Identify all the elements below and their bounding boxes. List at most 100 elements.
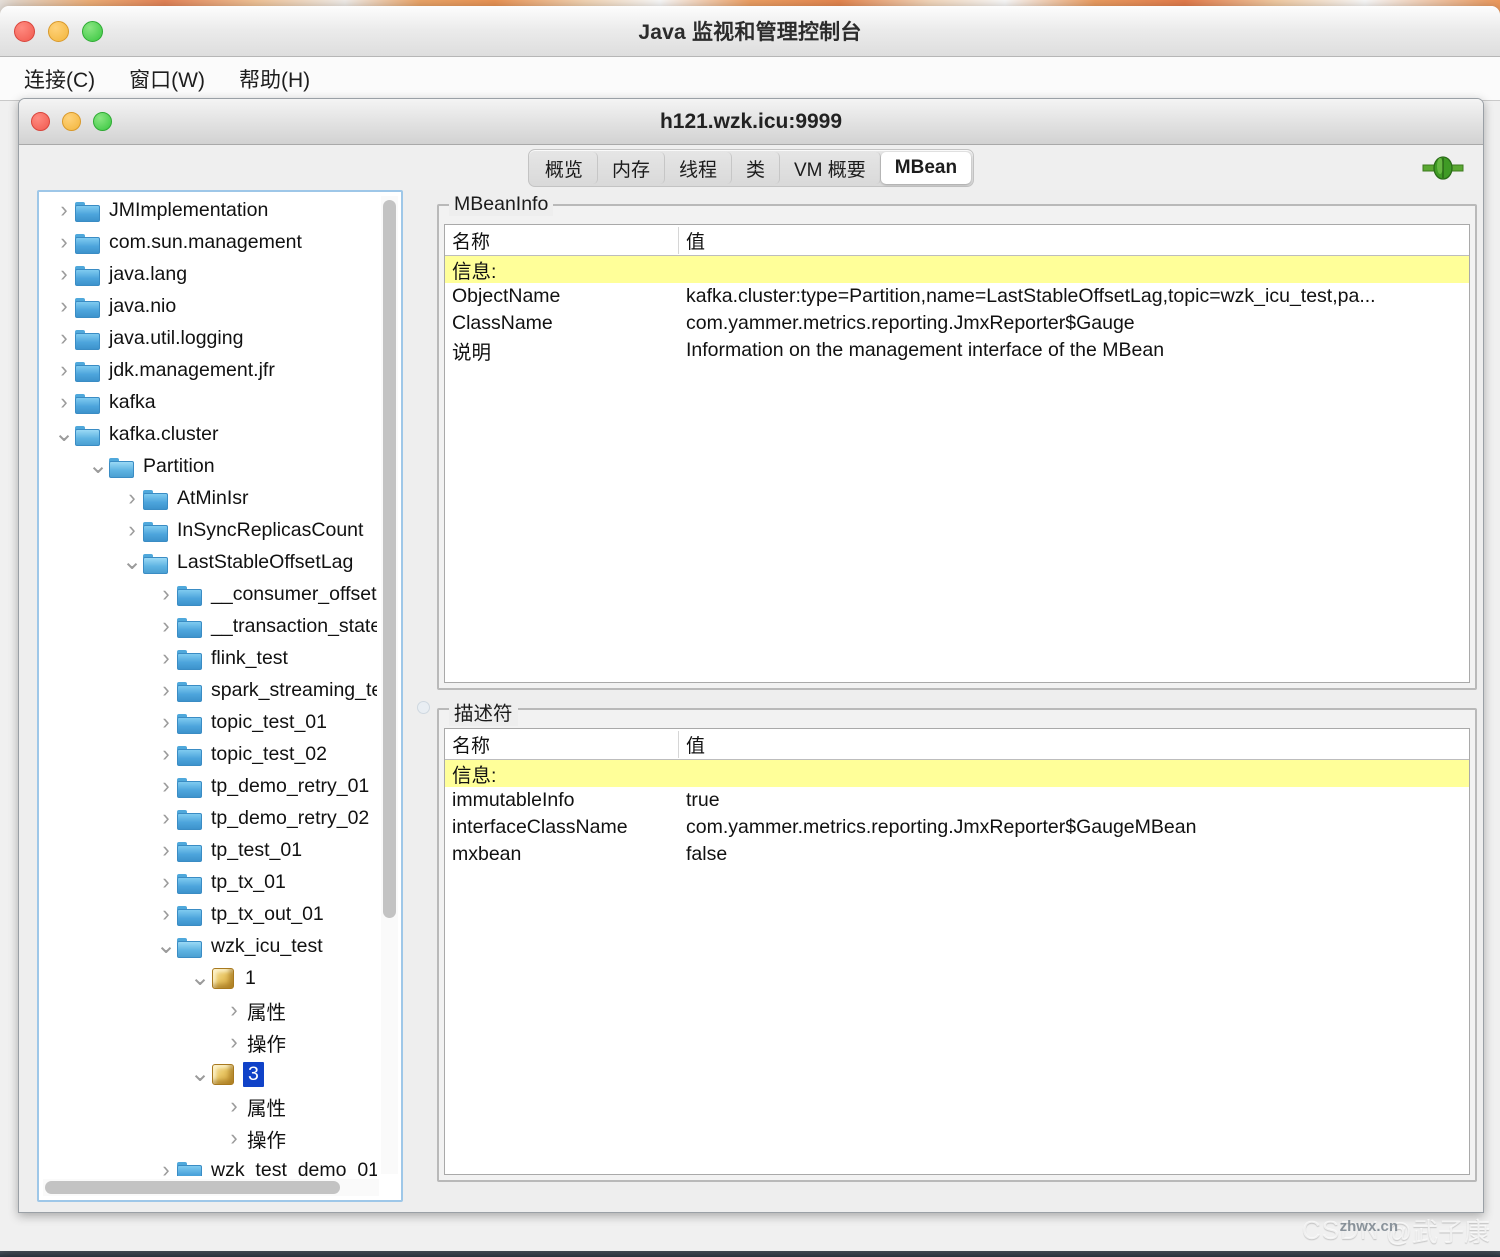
plug-connector-icon[interactable] — [1421, 155, 1465, 181]
chevron-right-icon[interactable]: › — [155, 837, 177, 863]
chevron-right-icon[interactable]: › — [53, 229, 75, 255]
chevron-right-icon[interactable]: › — [155, 581, 177, 607]
chevron-down-icon[interactable]: ⌄ — [189, 1062, 211, 1086]
mbeaninfo-row[interactable]: ClassName com.yammer.metrics.reporting.Jm… — [445, 310, 1469, 337]
chevron-right-icon[interactable]: › — [53, 293, 75, 319]
chevron-right-icon[interactable]: › — [155, 1157, 177, 1176]
mbeaninfo-table[interactable]: 名称 值 信息: ObjectName kafka.cluster:type=Par… — [444, 224, 1470, 683]
chevron-right-icon[interactable]: › — [121, 485, 143, 511]
tree-row[interactable]: › AtMinIsr — [41, 482, 377, 514]
tree-row[interactable]: › spark_streaming_test — [41, 674, 377, 706]
chevron-down-icon[interactable]: ⌄ — [121, 550, 143, 574]
chevron-right-icon[interactable]: › — [155, 677, 177, 703]
tree-row-label: spark_streaming_test — [211, 678, 377, 701]
tree-row[interactable]: ⌄ wzk_icu_test — [41, 930, 377, 962]
tree-row[interactable]: › __consumer_offsets — [41, 578, 377, 610]
tree-row[interactable]: › java.util.logging — [41, 322, 377, 354]
tree-row[interactable]: › kafka — [41, 386, 377, 418]
tree-row[interactable]: › tp_test_01 — [41, 834, 377, 866]
chevron-right-icon[interactable]: › — [155, 741, 177, 767]
tree-row[interactable]: › topic_test_02 — [41, 738, 377, 770]
mbeaninfo-col-value[interactable]: 值 — [679, 227, 1469, 254]
chevron-right-icon[interactable]: › — [155, 805, 177, 831]
tree-row[interactable]: › __transaction_state — [41, 610, 377, 642]
menu-connect[interactable]: 连接(C) — [12, 62, 107, 96]
chevron-right-icon[interactable]: › — [155, 645, 177, 671]
tree-row[interactable]: › InSyncReplicasCount — [41, 514, 377, 546]
tree-row-label: 属性 — [247, 1001, 287, 1024]
tree-row[interactable]: ⌄ kafka.cluster — [41, 418, 377, 450]
split-pane-divider[interactable] — [415, 696, 432, 718]
chevron-right-icon[interactable]: › — [53, 261, 75, 287]
chevron-down-icon[interactable]: ⌄ — [87, 454, 109, 478]
mbeaninfo-row[interactable]: 信息: — [445, 256, 1469, 283]
tree-row[interactable]: › 操作 — [41, 1026, 377, 1058]
tab-mbean[interactable]: MBean — [880, 152, 972, 184]
tree-row[interactable]: › wzk_test_demo_01 — [41, 1154, 377, 1176]
chevron-right-icon[interactable]: › — [53, 325, 75, 351]
tree-row[interactable]: › tp_tx_out_01 — [41, 898, 377, 930]
tree-row[interactable]: › flink_test — [41, 642, 377, 674]
descriptor-row[interactable]: 信息: — [445, 760, 1469, 787]
tab-overview[interactable]: 概览 — [531, 152, 598, 184]
descriptor-row[interactable]: immutableInfo true — [445, 787, 1469, 814]
chevron-right-icon[interactable]: › — [155, 901, 177, 927]
mbeaninfo-row-name: 说明 — [452, 342, 492, 364]
tab-classes[interactable]: 类 — [732, 152, 780, 184]
tree-row[interactable]: ⌄ 3 — [41, 1058, 377, 1090]
descriptor-col-value[interactable]: 值 — [679, 731, 1469, 758]
tree-row[interactable]: ⌄ 1 — [41, 962, 377, 994]
chevron-right-icon[interactable]: › — [155, 869, 177, 895]
tree-row[interactable]: › JMImplementation — [41, 194, 377, 226]
tab-segmented-control[interactable]: 概览 内存 线程 类 VM 概要 MBean — [527, 149, 975, 187]
descriptor-row[interactable]: mxbean false — [445, 841, 1469, 868]
descriptor-col-name[interactable]: 名称 — [445, 730, 679, 758]
tree-row[interactable]: › tp_demo_retry_01 — [41, 770, 377, 802]
tree-vertical-scrollbar[interactable] — [381, 196, 398, 1174]
tree-row-label: AtMinIsr — [177, 486, 249, 509]
chevron-right-icon[interactable]: › — [155, 613, 177, 639]
tab-vm-summary[interactable]: VM 概要 — [780, 152, 881, 184]
tab-memory[interactable]: 内存 — [598, 152, 665, 184]
chevron-down-icon[interactable]: ⌄ — [53, 422, 75, 446]
chevron-right-icon[interactable]: › — [155, 773, 177, 799]
tree-row[interactable]: ⌄ Partition — [41, 450, 377, 482]
chevron-right-icon[interactable]: › — [155, 709, 177, 735]
chevron-down-icon[interactable]: ⌄ — [155, 934, 177, 958]
tree-row[interactable]: ⌄ LastStableOffsetLag — [41, 546, 377, 578]
tree-row[interactable]: › 操作 — [41, 1122, 377, 1154]
tree-row[interactable]: › tp_demo_retry_02 — [41, 802, 377, 834]
tree-row[interactable]: › topic_test_01 — [41, 706, 377, 738]
tree-row[interactable]: › 属性 — [41, 1090, 377, 1122]
tab-threads[interactable]: 线程 — [665, 152, 732, 184]
chevron-right-icon[interactable]: › — [223, 1093, 245, 1119]
folder-icon — [75, 201, 100, 222]
menu-help[interactable]: 帮助(H) — [227, 62, 322, 96]
mbean-tree-panel[interactable]: › JMImplementation › com.sun.management › jav… — [37, 190, 403, 1202]
chevron-right-icon[interactable]: › — [53, 197, 75, 223]
mbeaninfo-row[interactable]: 说明 Information on the management interfac… — [445, 337, 1469, 364]
mbeaninfo-row[interactable]: ObjectName kafka.cluster:type=Partition,n… — [445, 283, 1469, 310]
chevron-right-icon[interactable]: › — [53, 357, 75, 383]
chevron-right-icon[interactable]: › — [121, 517, 143, 543]
tree-horizontal-scrollbar[interactable] — [43, 1179, 379, 1196]
menu-window[interactable]: 窗口(W) — [117, 62, 217, 96]
tree-horizontal-scrollbar-thumb[interactable] — [45, 1181, 340, 1194]
mbeaninfo-col-name[interactable]: 名称 — [445, 226, 679, 254]
chevron-right-icon[interactable]: › — [223, 1029, 245, 1055]
tree-row[interactable]: › java.lang — [41, 258, 377, 290]
split-pane-divider-grip[interactable] — [417, 700, 430, 714]
tree-row[interactable]: › tp_tx_01 — [41, 866, 377, 898]
tree-row[interactable]: › 属性 — [41, 994, 377, 1026]
tree-row[interactable]: › com.sun.management — [41, 226, 377, 258]
descriptor-table[interactable]: 名称 值 信息: immutableInfo true interfaceClassN… — [444, 728, 1470, 1175]
tree-row[interactable]: › jdk.management.jfr — [41, 354, 377, 386]
chevron-right-icon[interactable]: › — [53, 389, 75, 415]
chevron-right-icon[interactable]: › — [223, 1125, 245, 1151]
chevron-right-icon[interactable]: › — [223, 997, 245, 1023]
descriptor-row[interactable]: interfaceClassName com.yammer.metrics.rep… — [445, 814, 1469, 841]
tree-row[interactable]: › java.nio — [41, 290, 377, 322]
chevron-down-icon[interactable]: ⌄ — [189, 966, 211, 990]
mbean-tree[interactable]: › JMImplementation › com.sun.management › jav… — [41, 194, 377, 1176]
tree-vertical-scrollbar-thumb[interactable] — [383, 200, 396, 918]
